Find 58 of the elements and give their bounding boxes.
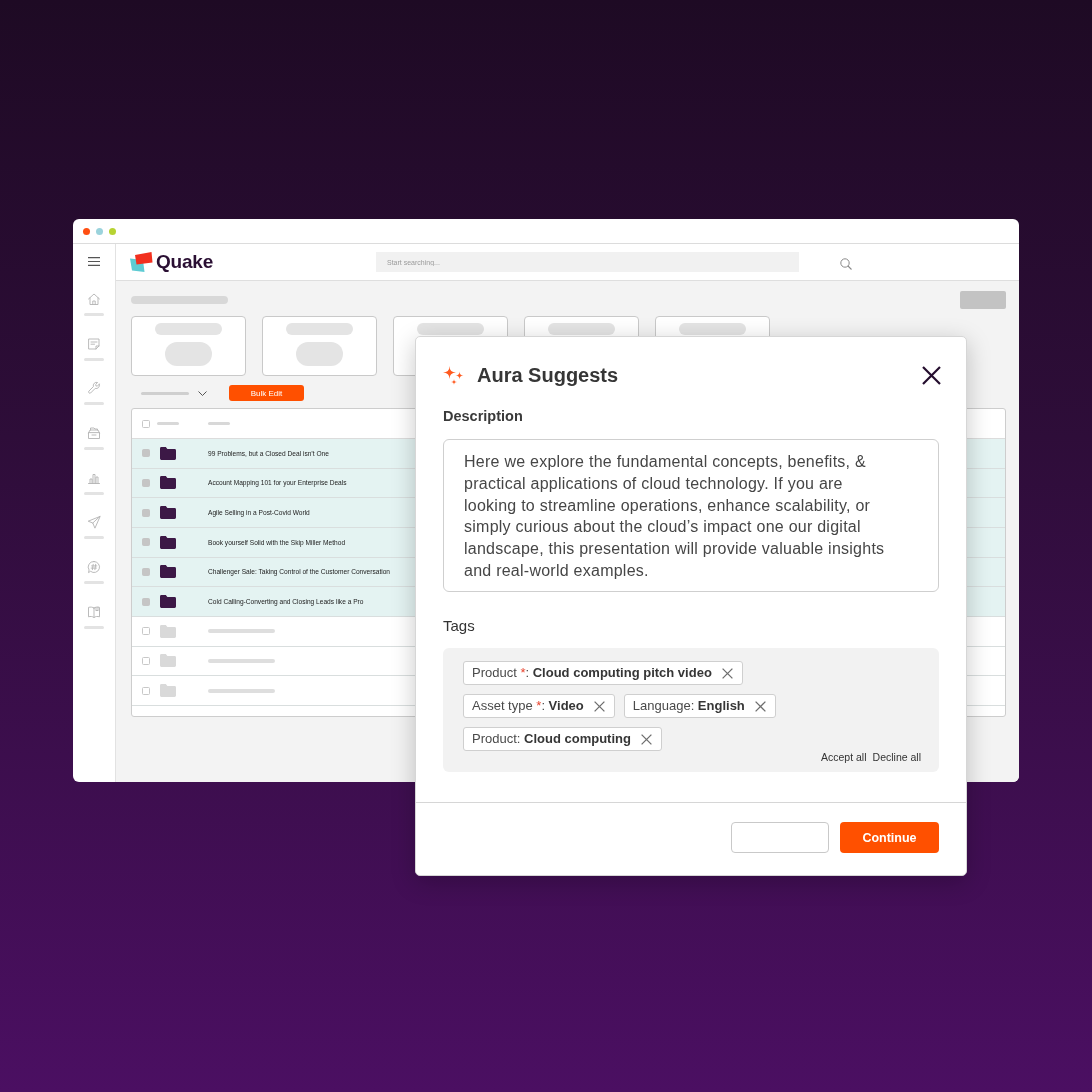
description-field[interactable]: Here we explore the fundamental concepts, benefits, & practical applications of cloud technology. If you are looking to streamline operations, enhance scalability, or simply curious about the cloud’s impact one our digital landscape, this presentation will provide valuable insights and real-world examples. xyxy=(443,439,939,592)
checkbox[interactable] xyxy=(142,449,150,458)
tag-text: Asset type *: Video xyxy=(472,698,584,714)
field-label: Tags xyxy=(443,618,476,634)
skeleton-bar xyxy=(679,323,746,335)
folder-icon xyxy=(160,506,176,520)
folder-icon xyxy=(160,446,176,460)
folder-icon xyxy=(160,476,176,490)
field-label: Description xyxy=(443,408,524,424)
chevron-down-icon[interactable] xyxy=(198,390,207,396)
tag-text: Language: English xyxy=(632,698,745,714)
checkbox[interactable] xyxy=(142,419,150,428)
folder-icon xyxy=(160,565,176,579)
checkbox[interactable] xyxy=(142,627,150,636)
skeleton-bar xyxy=(417,323,484,335)
folder-icon xyxy=(160,654,176,668)
checkbox[interactable] xyxy=(142,508,150,517)
tag-text: Product: Cloud computing xyxy=(472,731,631,747)
folder-icon xyxy=(160,624,176,638)
skeleton-bar xyxy=(155,323,222,335)
folder-icon xyxy=(160,595,176,609)
note-icon[interactable] xyxy=(87,336,101,351)
skeleton-bar xyxy=(208,629,275,634)
skeleton-bar xyxy=(208,658,275,663)
book-icon[interactable] xyxy=(87,604,101,619)
accept-all-link[interactable]: Accept all xyxy=(821,751,867,763)
menu-icon[interactable] xyxy=(88,256,100,266)
modal-title: Aura Suggests xyxy=(477,363,619,387)
folder-icon xyxy=(160,684,176,698)
skeleton-bar xyxy=(286,323,353,335)
skeleton-block xyxy=(960,291,1006,309)
search-icon[interactable] xyxy=(840,258,852,270)
skeleton-bar xyxy=(208,422,230,425)
checkbox[interactable] xyxy=(142,597,150,606)
checkbox[interactable] xyxy=(142,538,150,547)
skeleton-pill xyxy=(296,342,343,366)
logo-text: Quake xyxy=(156,251,214,273)
chat-icon[interactable] xyxy=(87,560,101,575)
checkbox[interactable] xyxy=(142,567,150,576)
tag-text: Product *: Cloud computing pitch video xyxy=(472,665,712,681)
skeleton-bar xyxy=(157,422,179,425)
tray-icon[interactable] xyxy=(87,426,101,441)
skeleton-pill xyxy=(165,342,212,366)
close-icon[interactable] xyxy=(922,365,941,385)
home-icon[interactable] xyxy=(87,292,101,306)
decline-all-link[interactable]: Decline all xyxy=(872,751,921,763)
checkbox[interactable] xyxy=(142,479,150,487)
send-icon[interactable] xyxy=(87,515,101,530)
blank-button[interactable] xyxy=(731,822,829,853)
checkbox[interactable] xyxy=(142,686,150,695)
skeleton-bar xyxy=(141,391,189,395)
sparkle-icon xyxy=(443,365,464,385)
skeleton-bar xyxy=(208,688,275,693)
skeleton-bar xyxy=(548,323,615,335)
folder-icon xyxy=(160,535,176,549)
checkbox[interactable] xyxy=(142,656,150,665)
logo-icon xyxy=(130,252,153,272)
wrench-icon[interactable] xyxy=(87,381,101,396)
